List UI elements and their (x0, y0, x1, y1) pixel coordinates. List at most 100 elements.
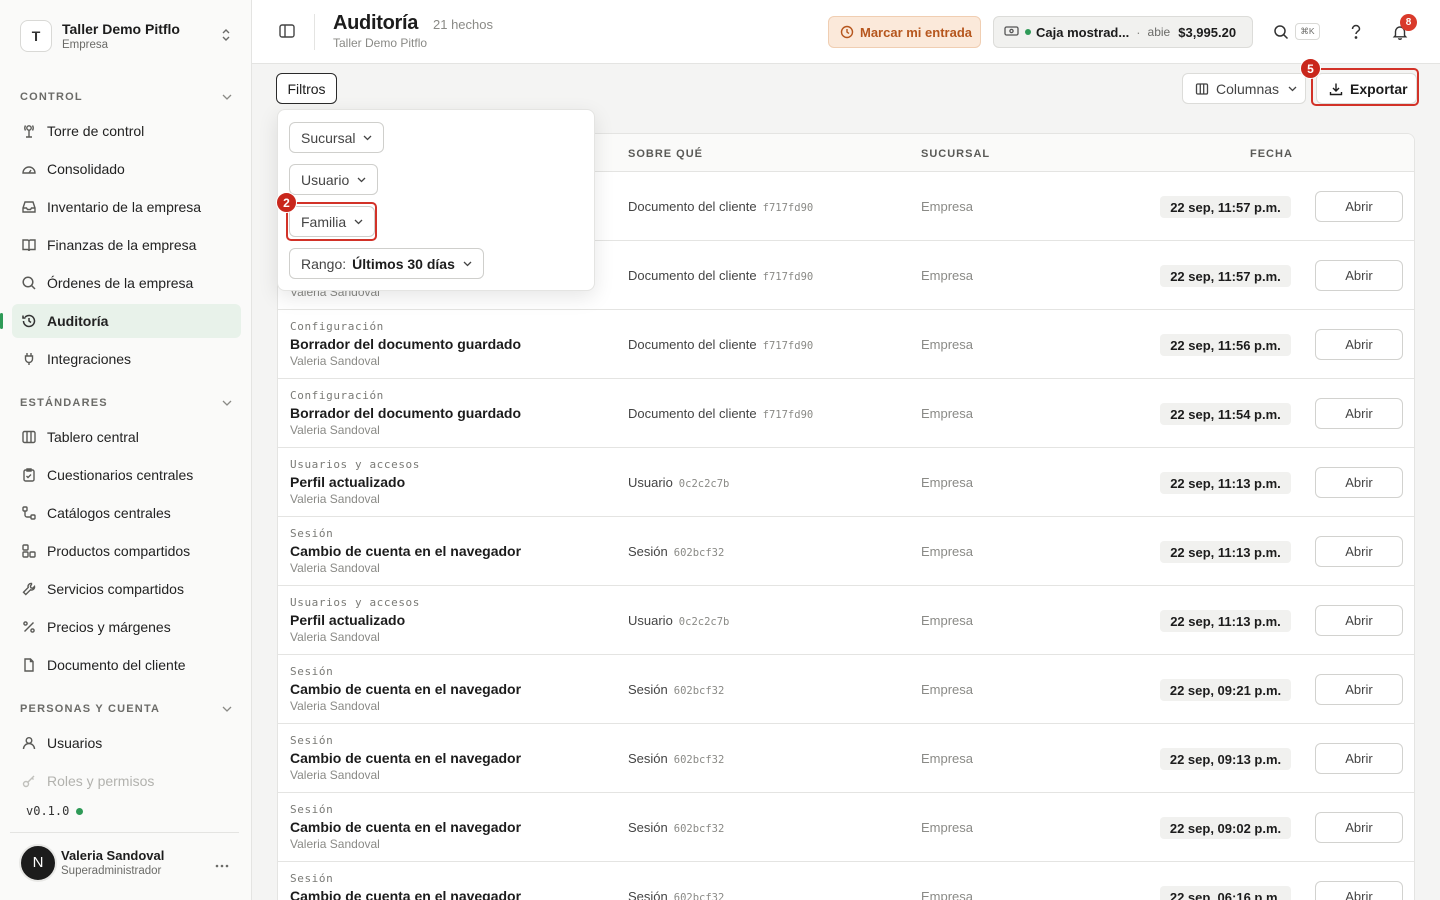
open-button[interactable]: Abrir (1315, 329, 1403, 360)
event-subject: Sesión 602bcf32 (628, 889, 724, 900)
sidebar-item-inventario[interactable]: Inventario de la empresa (12, 190, 241, 224)
sidebar-item-documento[interactable]: Documento del cliente (12, 648, 241, 682)
subject-hash: 0c2c2c7b (678, 616, 730, 628)
column-header-branch[interactable]: SUCURSAL (921, 148, 990, 160)
subject-hash: f717fd90 (762, 340, 814, 352)
tower-icon (20, 122, 38, 140)
open-button[interactable]: Abrir (1315, 467, 1403, 498)
sidebar-item-servicios[interactable]: Servicios compartidos (12, 572, 241, 606)
event-branch: Empresa (921, 682, 974, 697)
sidebar-item-torre[interactable]: Torre de control (12, 114, 241, 148)
status-dot (76, 807, 84, 815)
till-selector[interactable]: Caja mostrad... · abie $3,995.20 (993, 16, 1253, 48)
org-switcher[interactable]: T Taller Demo Pitflo Empresa (12, 10, 240, 62)
subject-hash: f717fd90 (762, 271, 814, 283)
plug-icon (20, 350, 38, 368)
section-personas[interactable]: PERSONAS Y CUENTA (20, 703, 232, 715)
filter-rango[interactable]: Rango: Últimos 30 días (289, 248, 484, 279)
sidebar-item-auditoria[interactable]: Auditoría (0, 304, 241, 338)
search-icon (20, 274, 38, 292)
file-icon (20, 656, 38, 674)
event-category: Configuración (290, 320, 384, 333)
event-date: 22 sep, 06:16 p.m. (1160, 886, 1291, 900)
table-row: Sesión Cambio de cuenta en el navegador Va… (278, 517, 1414, 586)
sidebar-item-usuarios[interactable]: Usuarios (12, 726, 241, 760)
sidebar-item-label: Cuestionarios centrales (47, 467, 194, 483)
event-branch: Empresa (921, 751, 974, 766)
open-button[interactable]: Abrir (1315, 812, 1403, 843)
event-title: Cambio de cuenta en el navegador (290, 750, 522, 766)
sidebar-item-label: Integraciones (47, 351, 132, 367)
open-button[interactable]: Abrir (1315, 260, 1403, 291)
sidebar-item-productos[interactable]: Productos compartidos (12, 534, 241, 568)
columns-button[interactable]: Columnas (1182, 73, 1306, 104)
sidebar-item-tablero[interactable]: Tablero central (12, 420, 241, 454)
sidebar-item-cuestionarios[interactable]: Cuestionarios centrales (12, 458, 241, 492)
user-text: Valeria Sandoval Superadministrador (61, 848, 215, 877)
sidebar-item-consolidado[interactable]: Consolidado (12, 152, 241, 186)
shortcut-badge: ⌘K (1295, 23, 1320, 40)
event-category: Usuarios y accesos (290, 596, 421, 609)
section-label: PERSONAS Y CUENTA (20, 703, 161, 715)
search-icon[interactable] (1271, 22, 1291, 42)
event-user: Valeria Sandoval (290, 561, 380, 575)
section-estandares[interactable]: ESTÁNDARES (20, 397, 232, 409)
event-category: Sesión (290, 527, 334, 540)
gauge-icon (20, 160, 38, 178)
open-button[interactable]: Abrir (1315, 398, 1403, 429)
help-icon[interactable] (1346, 22, 1366, 42)
open-button[interactable]: Abrir (1315, 536, 1403, 567)
event-date: 22 sep, 11:57 p.m. (1160, 265, 1291, 287)
sidebar-item-label: Consolidado (47, 161, 125, 177)
sidebar-item-label: Torre de control (47, 123, 145, 139)
version-indicator: v0.1.0 (26, 804, 84, 818)
event-subject: Documento del cliente f717fd90 (628, 337, 813, 352)
event-branch: Empresa (921, 199, 974, 214)
event-branch: Empresa (921, 544, 974, 559)
event-title: Cambio de cuenta en el navegador (290, 681, 522, 697)
sidebar-item-finanzas[interactable]: Finanzas de la empresa (12, 228, 241, 262)
chevron-down-icon (1288, 84, 1297, 94)
section-control[interactable]: CONTROL (20, 91, 232, 103)
clock-in-button[interactable]: Marcar mi entrada (828, 16, 981, 48)
open-button[interactable]: Abrir (1315, 743, 1403, 774)
sidebar-item-precios[interactable]: Precios y márgenes (12, 610, 241, 644)
subject-label: Sesión (628, 682, 668, 697)
event-date: 22 sep, 11:13 p.m. (1160, 472, 1291, 494)
filter-sucursal[interactable]: Sucursal (289, 122, 385, 153)
filter-usuario[interactable]: Usuario (289, 164, 379, 195)
filter-label: Rango: (301, 255, 347, 272)
filters-button[interactable]: Filtros (276, 73, 337, 104)
table-row: Usuarios y accesos Perfil actualizado Vale… (278, 448, 1414, 517)
table-row: Sesión Cambio de cuenta en el navegador Va… (278, 793, 1414, 862)
sidebar-item-integraciones[interactable]: Integraciones (12, 342, 241, 376)
column-header-about[interactable]: SOBRE QUÉ (628, 148, 703, 160)
event-title: Perfil actualizado (290, 612, 406, 628)
filter-label: Sucursal (301, 129, 356, 146)
org-avatar: T (20, 20, 52, 52)
sidebar: T Taller Demo Pitflo Empresa CONTROL Tor… (0, 0, 252, 900)
sidebar-item-roles[interactable]: Roles y permisos (12, 764, 241, 798)
sidebar-item-catalogos[interactable]: Catálogos centrales (12, 496, 241, 530)
page-subtitle: Taller Demo Pitflo (333, 36, 428, 50)
chevron-down-icon (222, 92, 232, 103)
subject-label: Documento del cliente (628, 199, 757, 214)
open-button[interactable]: Abrir (1315, 881, 1403, 900)
sidebar-toggle-icon[interactable] (278, 22, 298, 42)
sidebar-item-ordenes[interactable]: Órdenes de la empresa (12, 266, 241, 300)
user-menu[interactable]: N Valeria Sandoval Superadministrador (10, 832, 239, 892)
event-branch: Empresa (921, 613, 974, 628)
more-icon[interactable] (215, 855, 235, 871)
open-button[interactable]: Abrir (1315, 674, 1403, 705)
sidebar-item-label: Servicios compartidos (47, 581, 184, 597)
event-subject: Usuario 0c2c2c7b (628, 475, 729, 490)
event-title: Borrador del documento guardado (290, 405, 522, 421)
event-title: Cambio de cuenta en el navegador (290, 819, 522, 835)
subject-label: Usuario (628, 475, 673, 490)
open-button[interactable]: Abrir (1315, 191, 1403, 222)
column-header-date[interactable]: FECHA (1250, 148, 1293, 160)
avatar: N (19, 843, 57, 882)
fact-count: 21 hechos (433, 17, 493, 32)
open-button[interactable]: Abrir (1315, 605, 1403, 636)
event-user: Valeria Sandoval (290, 837, 380, 851)
